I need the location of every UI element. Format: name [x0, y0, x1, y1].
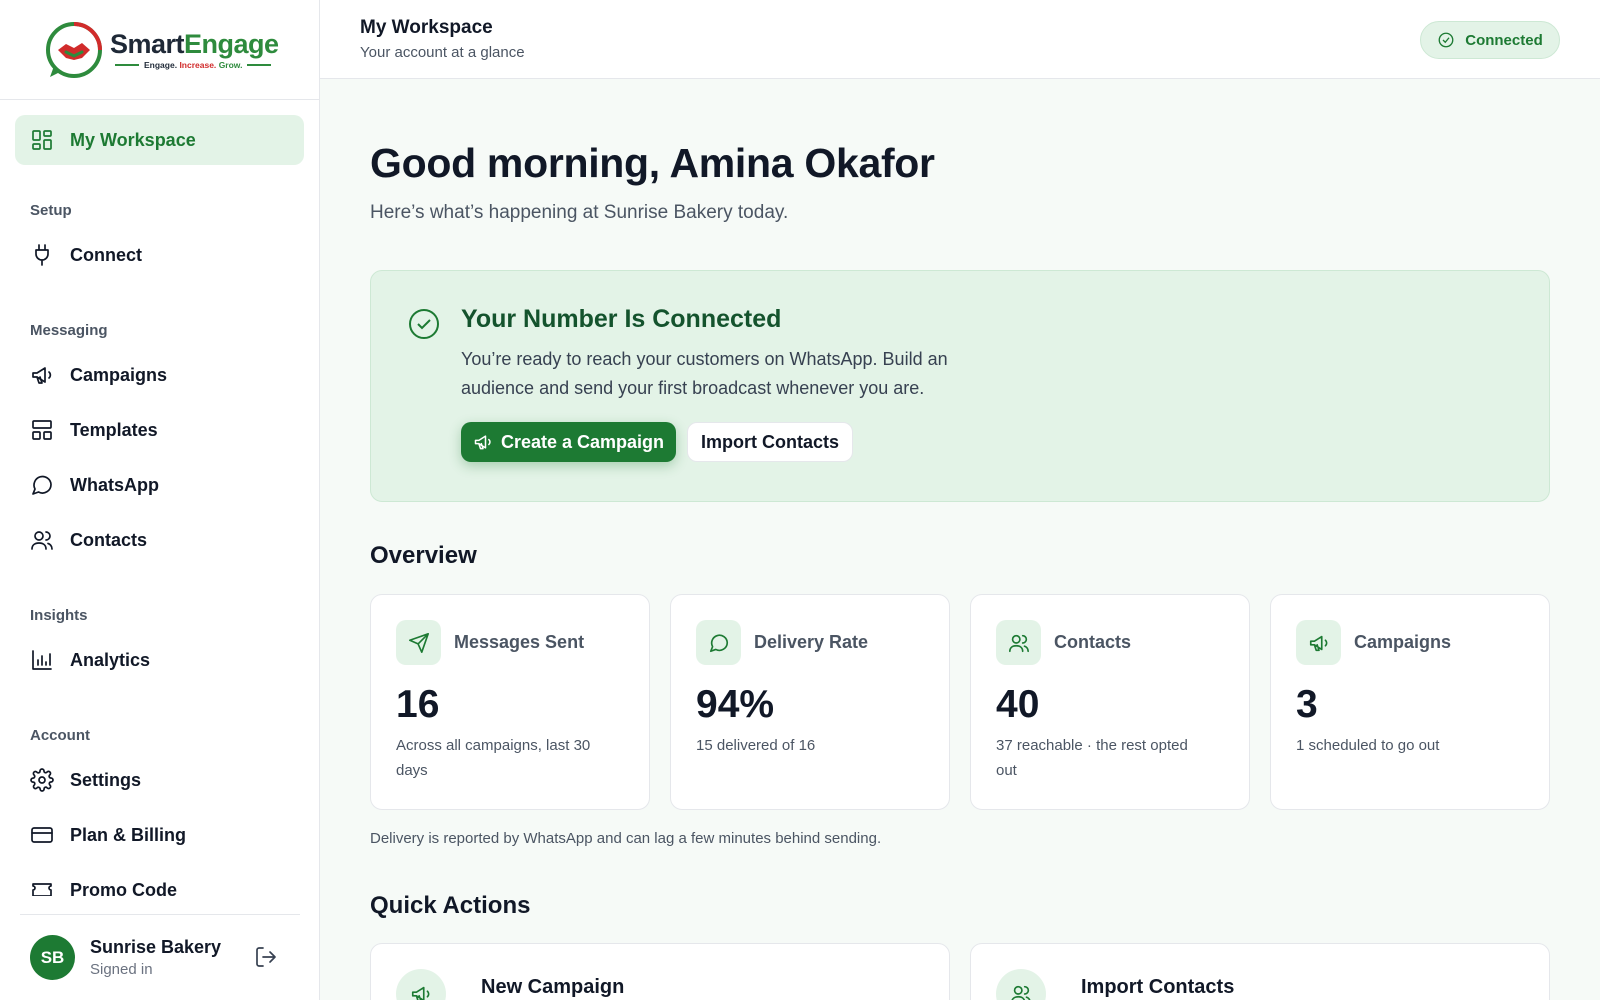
status-badge-label: Connected — [1465, 31, 1543, 49]
stat-label: Contacts — [1054, 632, 1132, 652]
brand-tagline-3: Grow. — [218, 60, 243, 70]
grid-icon — [30, 128, 54, 152]
brand-tagline-2: Increase. — [179, 60, 217, 70]
credit-card-icon — [30, 823, 54, 847]
page-subtitle: Your account at a glance — [360, 44, 525, 61]
user-account-box: SB Sunrise Bakery Signed in — [20, 914, 300, 1000]
sidebar-item-label: Analytics — [70, 649, 151, 670]
stat-note: 15 delivered of 16 — [696, 737, 816, 754]
megaphone-icon — [396, 969, 446, 1000]
greeting-subtitle: Here’s what’s happening at Sunrise Baker… — [370, 202, 789, 223]
create-campaign-button[interactable]: Create a Campaign — [461, 422, 676, 462]
logo[interactable]: SmartEngage Engage. Increase. Grow. — [0, 0, 319, 100]
bar-chart-icon — [30, 648, 54, 672]
avatar[interactable]: SB — [30, 935, 75, 980]
ticket-icon — [30, 878, 54, 896]
layout-icon — [30, 418, 54, 442]
brand-logo-icon — [46, 21, 102, 78]
sidebar-section-account: Account — [30, 727, 90, 744]
plug-icon — [30, 243, 54, 267]
users-icon — [996, 620, 1041, 665]
sidebar-item-label: Connect — [70, 244, 142, 265]
stat-value: 16 — [396, 683, 440, 726]
overview-title: Overview — [370, 542, 477, 569]
megaphone-icon — [1296, 620, 1341, 665]
stat-note: 37 reachable · the rest opted out — [996, 737, 1188, 779]
sidebar-item-label: Promo Code — [70, 879, 178, 897]
sidebar-item-templates[interactable]: Templates — [30, 415, 158, 445]
connected-banner: Your Number Is Connected You’re ready to… — [370, 270, 1550, 502]
stat-value: 3 — [1296, 683, 1318, 726]
quick-action-title: New Campaign — [481, 976, 625, 998]
create-campaign-label: Create a Campaign — [500, 431, 665, 452]
stat-note: Across all campaigns, last 30 days — [396, 737, 591, 779]
stat-value: 94% — [696, 683, 775, 726]
sidebar-item-my-workspace[interactable]: My Workspace — [15, 115, 304, 165]
sidebar-item-label: Settings — [70, 769, 142, 790]
greeting-heading: Good morning, Amina Okafor — [370, 140, 935, 186]
sidebar-item-promo-code[interactable]: Promo Code — [30, 875, 177, 896]
sidebar-item-campaigns[interactable]: Campaigns — [30, 360, 167, 390]
users-icon — [30, 528, 54, 552]
sidebar-item-contacts[interactable]: Contacts — [30, 525, 147, 555]
send-icon — [396, 620, 441, 665]
main-content: Good morning, Amina Okafor Here’s what’s… — [320, 80, 1600, 1000]
logout-icon[interactable] — [254, 945, 278, 969]
stat-label: Campaigns — [1354, 632, 1452, 652]
sidebar-section-insights: Insights — [30, 607, 88, 624]
megaphone-icon — [474, 435, 491, 450]
sidebar: SmartEngage Engage. Increase. Grow. My W… — [0, 0, 320, 1000]
brand-name-part2: Engage — [184, 29, 279, 59]
top-bar: My Workspace Your account at a glance Co… — [320, 0, 1600, 79]
sidebar-item-label: WhatsApp — [70, 474, 159, 495]
sidebar-item-label: Plan & Billing — [70, 824, 187, 845]
user-name: Sunrise Bakery — [90, 937, 222, 957]
import-contacts-button[interactable]: Import Contacts — [687, 422, 853, 462]
stat-card-messages-sent[interactable]: Messages Sent 16 Across all campaigns, l… — [370, 594, 650, 810]
sidebar-item-settings[interactable]: Settings — [30, 765, 141, 795]
check-circle-icon — [407, 307, 441, 341]
stat-label: Messages Sent — [454, 632, 585, 652]
sidebar-item-label: Contacts — [70, 529, 148, 550]
users-icon — [996, 969, 1046, 1000]
sidebar-nav: My Workspace Setup Connect Messaging Cam… — [0, 100, 319, 896]
banner-title: Your Number Is Connected — [461, 305, 782, 333]
page-title: My Workspace — [360, 17, 493, 38]
megaphone-icon — [30, 363, 54, 387]
quick-action-new-campaign[interactable]: New Campaign — [370, 943, 950, 1000]
sidebar-item-analytics[interactable]: Analytics — [30, 645, 150, 675]
sidebar-item-label: Campaigns — [70, 364, 168, 385]
stat-card-delivery-rate[interactable]: Delivery Rate 94% 15 delivered of 16 — [670, 594, 950, 810]
chat-bubble-icon — [30, 473, 54, 497]
quick-action-import-contacts[interactable]: Import Contacts — [970, 943, 1550, 1000]
user-status: Signed in — [90, 961, 153, 978]
sidebar-item-label: My Workspace — [70, 129, 196, 150]
delivery-footnote: Delivery is reported by WhatsApp and can… — [370, 830, 882, 847]
sidebar-item-connect[interactable]: Connect — [30, 240, 142, 270]
check-circle-icon — [1438, 32, 1454, 48]
quick-actions-title: Quick Actions — [370, 892, 531, 919]
sidebar-section-messaging: Messaging — [30, 322, 108, 339]
banner-text: You’re ready to reach your customers on … — [461, 349, 948, 398]
gear-icon — [30, 768, 54, 792]
brand-tagline-1: Engage. — [144, 60, 178, 70]
chat-bubble-icon — [696, 620, 741, 665]
sidebar-item-plan-billing[interactable]: Plan & Billing — [30, 820, 186, 850]
sidebar-item-whatsapp[interactable]: WhatsApp — [30, 470, 159, 500]
connection-status-badge[interactable]: Connected — [1420, 21, 1560, 59]
quick-action-title: Import Contacts — [1081, 976, 1235, 998]
sidebar-item-label: Templates — [70, 419, 158, 440]
stat-note: 1 scheduled to go out — [1296, 737, 1440, 754]
stat-card-campaigns[interactable]: Campaigns 3 1 scheduled to go out — [1270, 594, 1550, 810]
sidebar-section-setup: Setup — [30, 202, 72, 219]
stat-label: Delivery Rate — [754, 632, 869, 652]
brand-name-part1: Smart — [110, 29, 185, 59]
stat-value: 40 — [996, 683, 1040, 726]
stat-card-contacts[interactable]: Contacts 40 37 reachable · the rest opte… — [970, 594, 1250, 810]
